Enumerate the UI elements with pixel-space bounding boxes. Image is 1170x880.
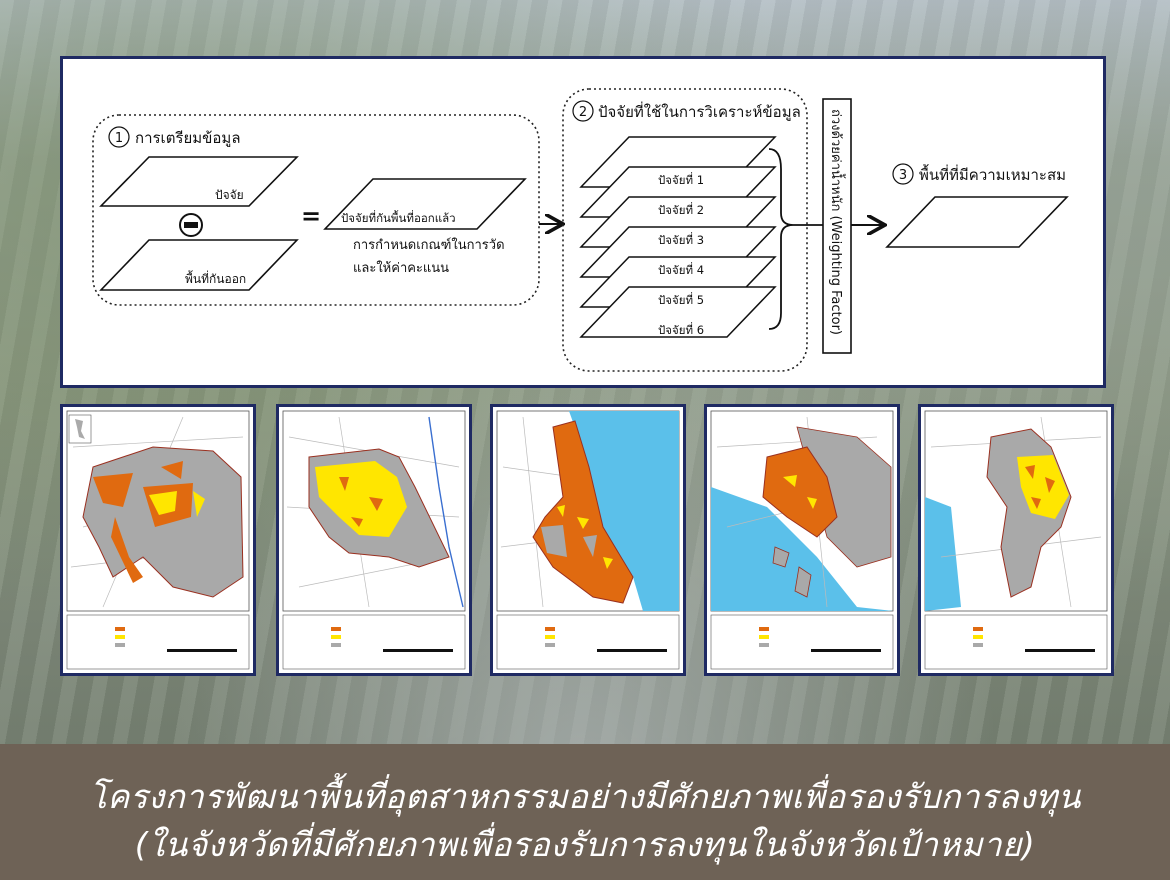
map-card-4 xyxy=(704,404,900,676)
factor-layer xyxy=(99,156,299,207)
factor-2-label: ปัจจัยที่ 2 xyxy=(658,202,704,217)
factor-4-label: ปัจจัยที่ 4 xyxy=(658,262,704,277)
project-title-line2: (ในจังหวัดที่มีศักยภาพเพื่อรองรับการลงทุ… xyxy=(134,825,1036,864)
factor-3-label: ปัจจัยที่ 3 xyxy=(658,232,704,247)
factor-1-label: ปัจจัยที่ 1 xyxy=(658,172,704,187)
step3-number: 3 xyxy=(899,168,907,183)
factor-6-label: ปัจจัยที่ 6 xyxy=(658,322,704,337)
result-layer-label: ปัจจัยที่กันพื้นที่ออกแล้ว xyxy=(341,210,456,225)
equals-sign: = xyxy=(301,202,321,230)
step1-label: การเตรียมข้อมูล xyxy=(135,129,241,147)
step3-label: พื้นที่ที่มีความเหมาะสม xyxy=(919,164,1066,184)
step2-label: ปัจจัยที่ใช้ในการวิเคราะห์ข้อมูล xyxy=(598,101,801,121)
factor-brace xyxy=(768,148,794,330)
map-card-3 xyxy=(490,404,686,676)
map-card-1 xyxy=(60,404,256,676)
workflow-diagram: 1 การเตรียมข้อมูล ปัจจัย พื้นที่กันออก =… xyxy=(60,56,1106,388)
map-card-2 xyxy=(276,404,472,676)
map-thumbnails xyxy=(0,404,1170,680)
criteria-line1: การกำหนดเกณฑ์ในการวัด xyxy=(353,237,505,253)
step1-number: 1 xyxy=(115,131,123,146)
step2-number: 2 xyxy=(579,105,587,120)
factor-layer-label: ปัจจัย xyxy=(215,188,244,202)
suitable-area-layer xyxy=(885,196,1069,248)
excluded-layer-label: พื้นที่กันออก xyxy=(185,270,246,286)
minus-icon xyxy=(184,222,198,228)
factor-5-label: ปัจจัยที่ 5 xyxy=(658,292,704,307)
criteria-line2: และให้ค่าคะแนน xyxy=(353,260,449,276)
weighting-label: ถ่วงด้วยค่าน้ำหนัก (Weighting Factor) xyxy=(828,109,846,335)
project-title-line1: โครงการพัฒนาพื้นที่อุตสาหกรรมอย่างมีศักย… xyxy=(89,777,1081,816)
map-card-5 xyxy=(918,404,1114,676)
